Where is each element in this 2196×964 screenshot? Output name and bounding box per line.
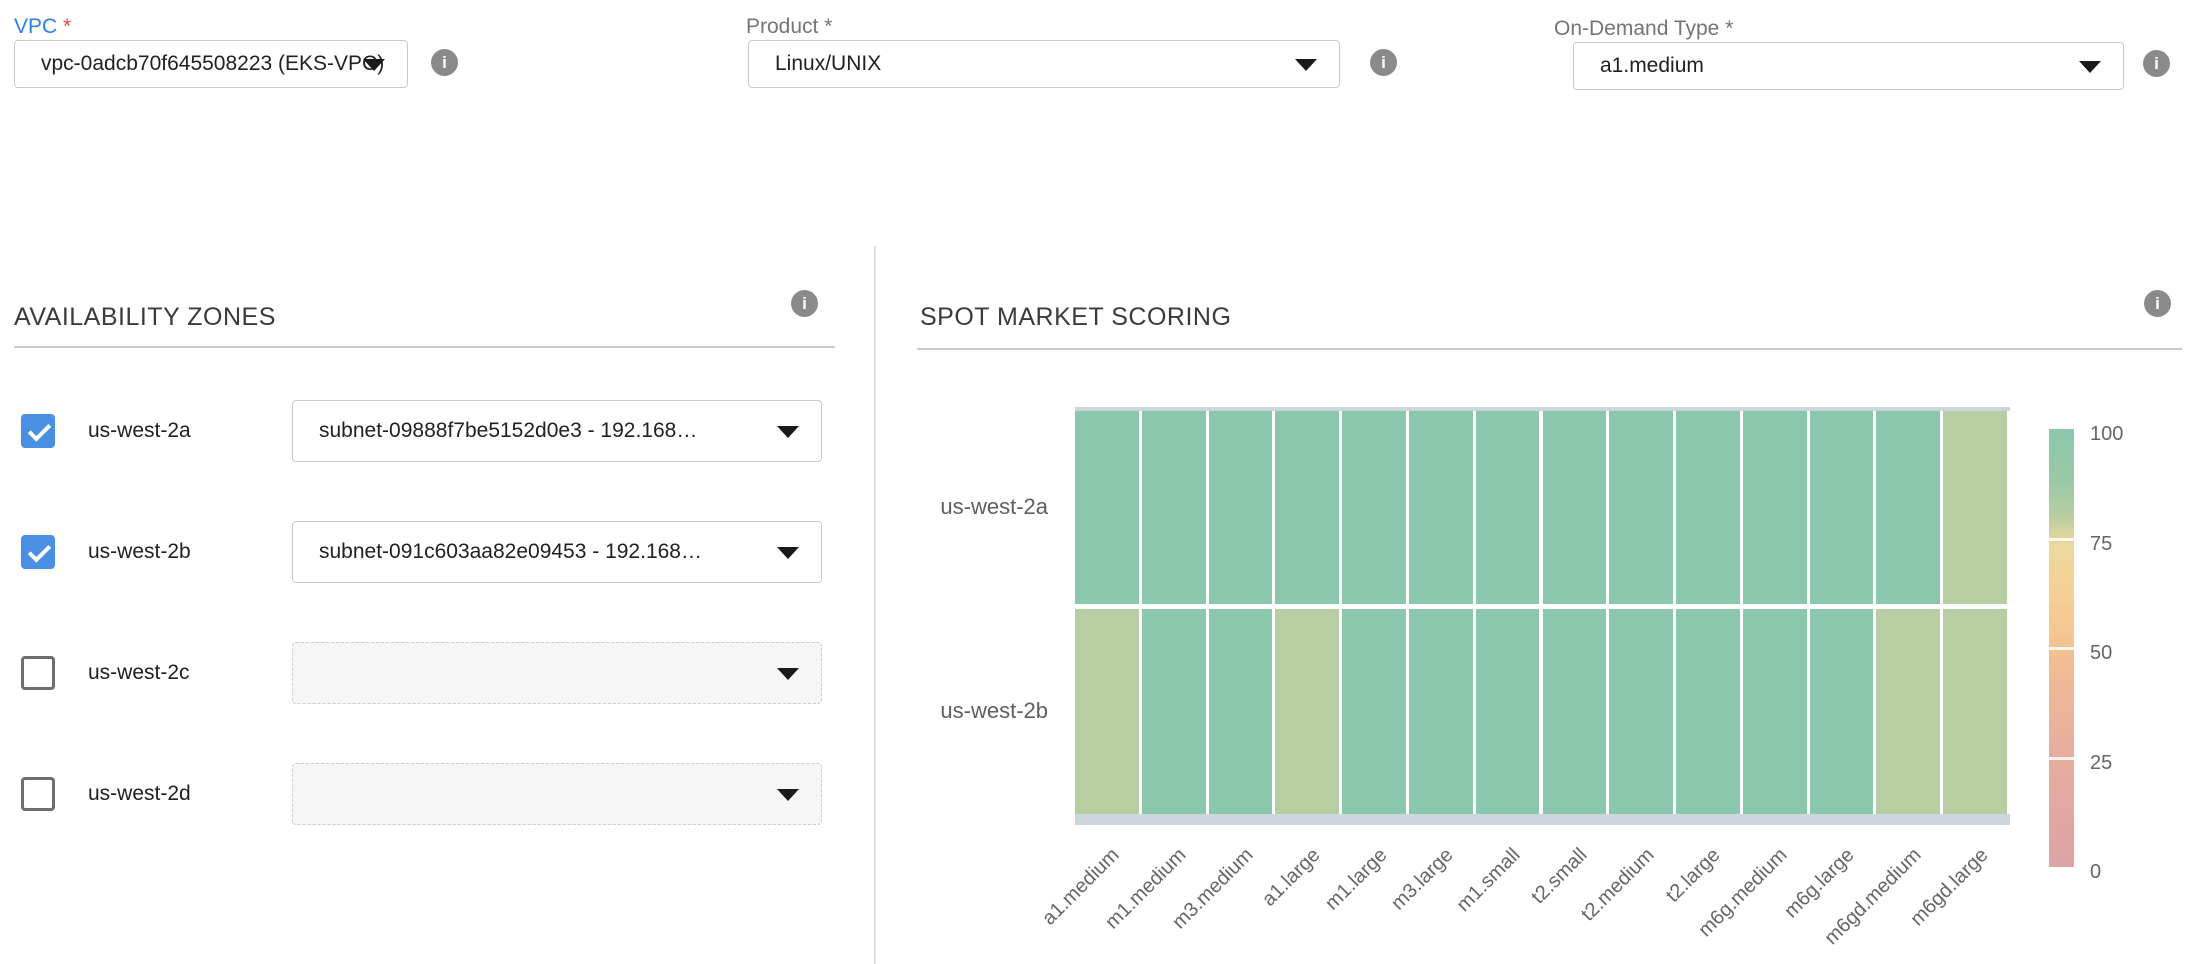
heatmap-cell-us-west-2a-a1.medium bbox=[1075, 411, 1139, 604]
chevron-down-icon bbox=[363, 59, 385, 71]
heatmap-cell-us-west-2a-m6g.large bbox=[1810, 411, 1874, 604]
chevron-down-icon bbox=[1295, 59, 1317, 71]
heatmap-cell-us-west-2b-m3.medium bbox=[1209, 609, 1273, 814]
spot-market-scoring-underline bbox=[917, 348, 2182, 350]
az-row-us-west-2a: us-west-2a subnet-09888f7be5152d0e3 - 192… bbox=[0, 400, 860, 462]
heatmap-bottom-edge bbox=[1075, 814, 2010, 825]
heatmap-cell-us-west-2a-m6g.medium bbox=[1743, 411, 1807, 604]
heatmap-cell-us-west-2b-t2.small bbox=[1543, 609, 1607, 814]
heatmap-cell-us-west-2a-a1.large bbox=[1275, 411, 1339, 604]
product-select-value: Linux/UNIX bbox=[775, 52, 881, 76]
heatmap-cell-us-west-2b-m1.medium bbox=[1142, 609, 1206, 814]
heatmap-colorbar bbox=[2049, 429, 2074, 867]
on-demand-type-info-icon[interactable]: i bbox=[2143, 50, 2170, 77]
heatmap-cell-us-west-2b-m3.large bbox=[1409, 609, 1473, 814]
zone-label-us-west-2b: us-west-2b bbox=[88, 521, 191, 583]
product-info-icon[interactable]: i bbox=[1370, 49, 1397, 76]
product-select[interactable]: Linux/UNIX bbox=[748, 40, 1340, 88]
colorbar-label-100: 100 bbox=[2090, 423, 2160, 446]
heatmap-cell-us-west-2b-m1.small bbox=[1476, 609, 1540, 814]
colorbar-label-25: 25 bbox=[2090, 752, 2160, 775]
heatmap-cell-us-west-2a-m1.small bbox=[1476, 411, 1540, 604]
chevron-down-icon bbox=[2079, 61, 2101, 73]
colorbar-tick-25 bbox=[2049, 757, 2074, 760]
on-demand-type-select[interactable]: a1.medium bbox=[1573, 42, 2124, 90]
heatmap-cell-us-west-2a-m3.medium bbox=[1209, 411, 1273, 604]
checkbox-us-west-2a[interactable] bbox=[21, 414, 55, 448]
heatmap-grid bbox=[1075, 407, 2010, 825]
subnet-select-us-west-2b[interactable]: subnet-091c603aa82e09453 - 192.168… bbox=[292, 521, 822, 583]
subnet-select-us-west-2d[interactable] bbox=[292, 763, 822, 825]
heatmap-cell-us-west-2b-m6g.medium bbox=[1743, 609, 1807, 814]
colorbar-label-75: 75 bbox=[2090, 533, 2160, 556]
availability-zones-info-icon[interactable]: i bbox=[791, 290, 818, 317]
chevron-down-icon bbox=[777, 547, 799, 559]
on-demand-type-label: On-Demand Type * bbox=[1554, 17, 1733, 41]
heatmap-row-label-us-west-2b: us-west-2b bbox=[870, 698, 1048, 724]
heatmap-cell-us-west-2b-m1.large bbox=[1342, 609, 1406, 814]
az-row-us-west-2c: us-west-2c bbox=[0, 642, 860, 704]
checkbox-us-west-2d[interactable] bbox=[21, 777, 55, 811]
heatmap-cell-us-west-2b-m6g.large bbox=[1810, 609, 1874, 814]
chevron-down-icon bbox=[777, 789, 799, 801]
heatmap-cell-us-west-2b-m6gd.large bbox=[1943, 609, 2007, 814]
spot-market-scoring-info-icon[interactable]: i bbox=[2144, 290, 2171, 317]
checkbox-us-west-2b[interactable] bbox=[21, 535, 55, 569]
heatmap-cell-us-west-2b-m6gd.medium bbox=[1876, 609, 1940, 814]
vpc-select-value: vpc-0adcb70f645508223 (EKS-VPC) bbox=[41, 52, 384, 76]
chevron-down-icon bbox=[777, 668, 799, 680]
availability-zones-underline bbox=[14, 346, 835, 348]
spot-market-scoring-title: SPOT MARKET SCORING bbox=[920, 303, 1231, 332]
chevron-down-icon bbox=[777, 426, 799, 438]
heatmap-cell-us-west-2a-m1.large bbox=[1342, 411, 1406, 604]
heatmap-cell-us-west-2b-t2.large bbox=[1676, 609, 1740, 814]
colorbar-tick-75 bbox=[2049, 538, 2074, 541]
product-label: Product * bbox=[746, 15, 832, 39]
zone-label-us-west-2c: us-west-2c bbox=[88, 642, 190, 704]
heatmap-cell-us-west-2a-t2.large bbox=[1676, 411, 1740, 604]
heatmap-cell-us-west-2a-m1.medium bbox=[1142, 411, 1206, 604]
subnet-select-us-west-2c[interactable] bbox=[292, 642, 822, 704]
subnet-select-us-west-2a[interactable]: subnet-09888f7be5152d0e3 - 192.168… bbox=[292, 400, 822, 462]
heatmap-cell-us-west-2b-a1.large bbox=[1275, 609, 1339, 814]
heatmap-cell-us-west-2b-a1.medium bbox=[1075, 609, 1139, 814]
colorbar-label-0: 0 bbox=[2090, 861, 2160, 884]
heatmap-row-label-us-west-2a: us-west-2a bbox=[870, 494, 1048, 520]
page: VPC * vpc-0adcb70f645508223 (EKS-VPC) i … bbox=[0, 0, 2196, 964]
on-demand-type-select-value: a1.medium bbox=[1600, 54, 1704, 78]
heatmap-cell-us-west-2b-t2.medium bbox=[1609, 609, 1673, 814]
vpc-label: VPC * bbox=[14, 15, 71, 39]
heatmap-cell-us-west-2a-t2.medium bbox=[1609, 411, 1673, 604]
heatmap-cell-us-west-2a-m3.large bbox=[1409, 411, 1473, 604]
availability-zones-title: AVAILABILITY ZONES bbox=[14, 303, 276, 332]
az-rows: us-west-2a subnet-09888f7be5152d0e3 - 192… bbox=[0, 400, 875, 825]
zone-label-us-west-2d: us-west-2d bbox=[88, 763, 191, 825]
colorbar-label-50: 50 bbox=[2090, 642, 2160, 665]
colorbar-tick-50 bbox=[2049, 647, 2074, 650]
heatmap-cell-us-west-2a-m6gd.large bbox=[1943, 411, 2007, 604]
zone-label-us-west-2a: us-west-2a bbox=[88, 400, 191, 462]
vpc-info-icon[interactable]: i bbox=[431, 49, 458, 76]
checkbox-us-west-2c[interactable] bbox=[21, 656, 55, 690]
heatmap-cell-us-west-2a-t2.small bbox=[1543, 411, 1607, 604]
az-row-us-west-2b: us-west-2b subnet-091c603aa82e09453 - 192… bbox=[0, 521, 860, 583]
heatmap-cell-us-west-2a-m6gd.medium bbox=[1876, 411, 1940, 604]
az-row-us-west-2d: us-west-2d bbox=[0, 763, 860, 825]
vpc-select[interactable]: vpc-0adcb70f645508223 (EKS-VPC) bbox=[14, 40, 408, 88]
